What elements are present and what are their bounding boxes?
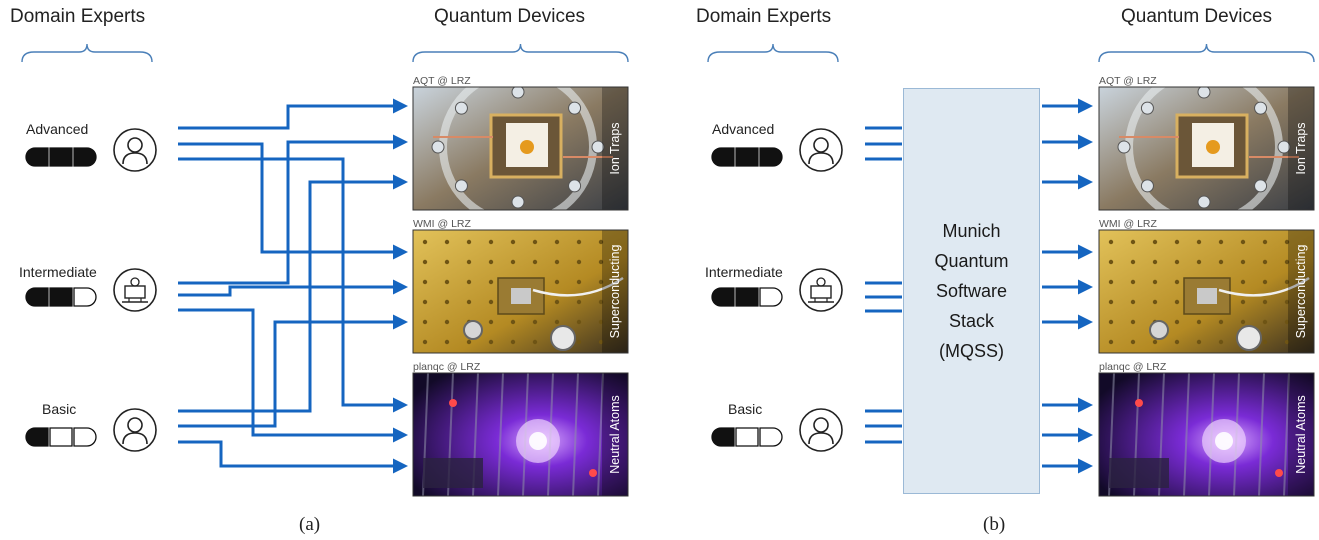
panel-a-level-label-intermediate: Intermediate: [19, 264, 97, 280]
arrow-intermediate-to-neutral-atoms: [178, 308, 408, 443]
panel-a-device-image-ion-traps: Ion Traps: [412, 86, 629, 211]
mqss-line-2: Quantum: [934, 251, 1009, 271]
expertise-pill-segment: [73, 427, 97, 447]
expertise-pill-segment: [49, 147, 73, 167]
arrow-intermediate-to-superconducting: [178, 279, 408, 297]
panel-b-person-icon-2: [799, 408, 843, 452]
expertise-pill-segment: [759, 147, 783, 167]
panel-b-device-image-superconducting: Superconducting: [1098, 229, 1315, 354]
panel-a-device-source-ion-traps: AQT @ LRZ: [413, 75, 471, 87]
expertise-pill-segment: [711, 427, 735, 447]
expertise-pill-segment: [25, 427, 49, 447]
panel-b-level-label-intermediate: Intermediate: [705, 264, 783, 280]
arrow-basic-to-neutral-atoms: [178, 440, 408, 474]
panel-b-device-image-neutral-atoms: Neutral Atoms: [1098, 372, 1315, 497]
mqss-line-3: Software: [935, 281, 1008, 301]
expertise-pill-segment: [735, 287, 759, 307]
panel-a-device-source-neutral-atoms: planqc @ LRZ: [413, 361, 481, 373]
expertise-pill-segment: [73, 287, 97, 307]
expertise-pill-segment: [735, 427, 759, 447]
panel-b-expertise-pills-1: [711, 287, 783, 307]
panel-a-quantum-devices-header: Quantum Devices: [434, 6, 586, 27]
panel-b-expertise-pills-0: [711, 147, 783, 167]
panel-b-device-source-ion-traps: AQT @ LRZ: [1099, 75, 1157, 87]
panel-b-device-image-ion-traps: Ion Traps: [1098, 86, 1315, 211]
panel-b-device-name-ion-traps: Ion Traps: [1294, 122, 1308, 174]
expertise-pill-segment: [735, 147, 759, 167]
panel-a-device-name-ion-traps: Ion Traps: [608, 122, 622, 174]
mqss-line-4: Stack: [948, 311, 994, 331]
panel-b-device-source-superconducting: WMI @ LRZ: [1099, 218, 1157, 230]
panel-a-device-image-superconducting: Superconducting: [412, 229, 629, 354]
arrow-advanced-to-ion-traps-1: [178, 98, 408, 130]
panel-b-devices-bracket: [1098, 43, 1315, 63]
device-images: Ion Traps Superconducting Neutral Atoms Ion…: [412, 86, 1315, 497]
expertise-pill-segment: [759, 427, 783, 447]
panel-a-caption: (a): [299, 514, 321, 535]
expertise-pill-segment: [49, 427, 73, 447]
panel-a-device-name-superconducting: Superconducting: [608, 245, 622, 339]
panel-b-experts-bracket: [707, 43, 839, 63]
mqss-line-5: (MQSS): [938, 341, 1004, 361]
panel-a-level-label-basic: Basic: [42, 401, 77, 417]
panel-b-computer-icon-1: [799, 268, 843, 312]
expertise-pill-segment: [49, 287, 73, 307]
panel-a-expertise-pills-0: [25, 147, 97, 167]
expertise-pill-segment: [73, 147, 97, 167]
header-brackets: [21, 43, 1315, 63]
arrow-intermediate-to-ion-traps: [178, 134, 408, 285]
panel-b-person-icon-0: [799, 128, 843, 172]
panel-a-person-icon-2: [113, 408, 157, 452]
panel-b-device-name-superconducting: Superconducting: [1294, 245, 1308, 339]
panel-a-expertise-pills-1: [25, 287, 97, 307]
panel-a-computer-icon-1: [113, 268, 157, 312]
panel-b-device-name-neutral-atoms: Neutral Atoms: [1294, 395, 1308, 474]
expertise-pill-segment: [25, 147, 49, 167]
panel-a-device-source-superconducting: WMI @ LRZ: [413, 218, 471, 230]
panel-b-caption: (b): [983, 514, 1006, 535]
panel-a-person-icon-0: [113, 128, 157, 172]
expertise-pill-segment: [25, 287, 49, 307]
expertise-pill-segment: [759, 287, 783, 307]
panel-b-device-source-neutral-atoms: planqc @ LRZ: [1099, 361, 1167, 373]
mqss-box: Munich Quantum Software Stack (MQSS): [903, 88, 1040, 494]
panel-b-level-label-basic: Basic: [728, 401, 763, 417]
panel-a-expertise-pills-2: [25, 427, 97, 447]
panel-b-level-label-advanced: Advanced: [712, 121, 775, 137]
mqss-line-1: Munich: [942, 221, 1001, 241]
panel-b-quantum-devices-header: Quantum Devices: [1121, 6, 1273, 27]
panel-b-expertise-pills-2: [711, 427, 783, 447]
expertise-pill-segment: [711, 287, 735, 307]
panel-a-experts-bracket: [21, 43, 153, 63]
panel-b-domain-experts-header: Domain Experts: [696, 6, 832, 27]
panel-a-device-name-neutral-atoms: Neutral Atoms: [608, 395, 622, 474]
panel-a-devices-bracket: [412, 43, 629, 63]
panel-a-device-image-neutral-atoms: Neutral Atoms: [412, 372, 629, 497]
expertise-pill-segment: [711, 147, 735, 167]
mqss-label: Munich Quantum Software Stack (MQSS): [934, 216, 1008, 366]
panel-a-level-label-advanced: Advanced: [26, 121, 89, 137]
panel-a-domain-experts-header: Domain Experts: [10, 6, 146, 27]
